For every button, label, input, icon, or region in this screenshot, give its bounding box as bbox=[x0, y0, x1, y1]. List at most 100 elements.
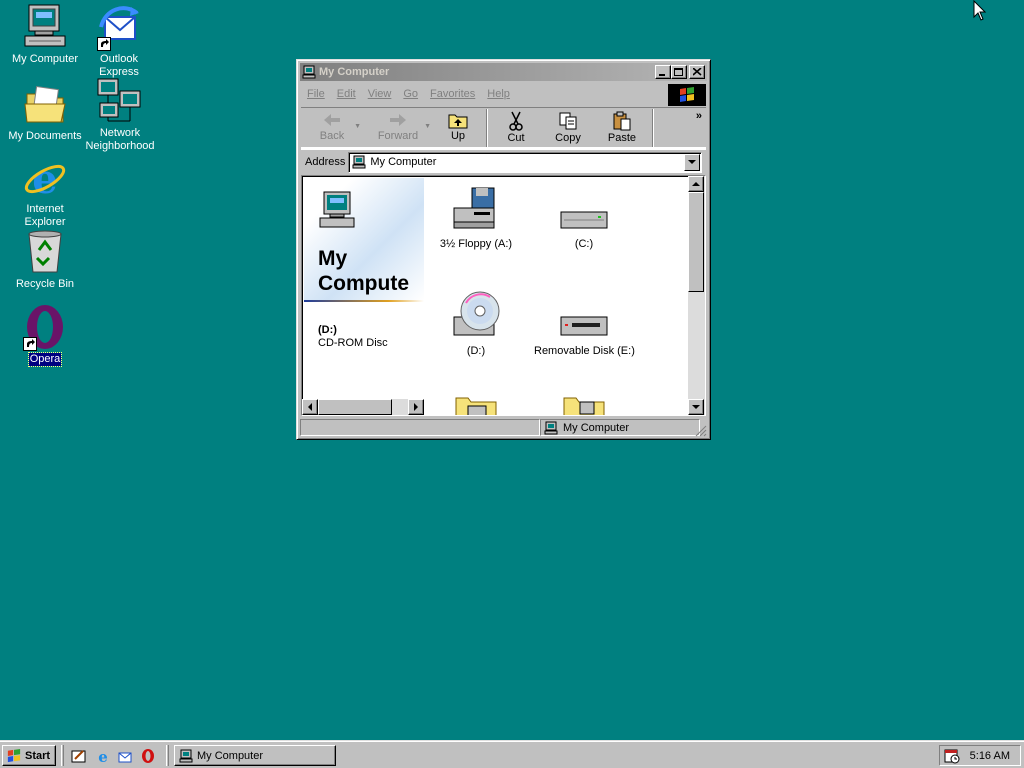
paste-icon bbox=[613, 111, 631, 131]
my-computer-icon bbox=[319, 191, 355, 228]
menu-edit[interactable]: Edit bbox=[331, 88, 362, 100]
taskbar: Start e My Computer 5:16 AM bbox=[0, 740, 1024, 768]
vertical-scroll-thumb[interactable] bbox=[688, 192, 704, 292]
drive-item-floppy-a[interactable]: 3½ Floppy (A:) bbox=[426, 182, 526, 250]
up-folder-icon bbox=[448, 114, 468, 129]
my-computer-icon bbox=[352, 155, 366, 169]
network-neighborhood-icon bbox=[96, 77, 144, 125]
internet-explorer-icon: e bbox=[98, 748, 108, 764]
taskbar-button-my-computer[interactable]: My Computer bbox=[174, 745, 336, 766]
quick-launch-internet-explorer[interactable]: e bbox=[94, 747, 112, 765]
horizontal-scrollbar[interactable] bbox=[302, 399, 424, 415]
cut-button[interactable]: Cut bbox=[491, 108, 541, 148]
chevron-right-icon bbox=[413, 403, 418, 411]
folder-item-control-panel[interactable] bbox=[534, 388, 634, 415]
chevron-down-icon bbox=[688, 159, 697, 164]
task-scheduler-icon[interactable] bbox=[944, 748, 960, 764]
copy-icon bbox=[559, 112, 577, 130]
desktop-icon-label: Outlook Express bbox=[99, 53, 139, 78]
window-title: My Computer bbox=[319, 66, 390, 78]
desktop-icon-my-documents[interactable]: My Documents bbox=[7, 80, 83, 143]
window-titlebar[interactable]: My Computer bbox=[300, 63, 707, 81]
toolbar-grip[interactable] bbox=[166, 745, 169, 766]
drive-item-d[interactable]: (D:) bbox=[426, 289, 526, 357]
svg-text:e: e bbox=[32, 156, 57, 201]
outlook-express-icon bbox=[95, 3, 143, 51]
system-tray: 5:16 AM bbox=[939, 745, 1021, 766]
menu-file[interactable]: File bbox=[301, 88, 331, 100]
quick-launch-outlook-express[interactable] bbox=[116, 747, 134, 765]
opera-icon bbox=[142, 749, 154, 763]
up-button[interactable]: Up bbox=[433, 108, 483, 148]
my-documents-icon bbox=[21, 80, 69, 128]
control-panel-folder-icon bbox=[563, 397, 605, 415]
show-desktop-icon bbox=[71, 750, 86, 763]
my-computer-window[interactable]: My Computer File Edit View Go Favorites … bbox=[296, 59, 711, 440]
copy-button[interactable]: Copy bbox=[541, 108, 595, 148]
drive-item-e[interactable]: Removable Disk (E:) bbox=[534, 289, 635, 357]
start-label: Start bbox=[25, 749, 51, 762]
maximize-icon bbox=[674, 67, 683, 76]
desktop-icon-internet-explorer[interactable]: e Internet Explorer bbox=[7, 153, 83, 229]
back-button[interactable]: Back ▼ bbox=[301, 108, 363, 148]
menu-view[interactable]: View bbox=[362, 88, 398, 100]
clock[interactable]: 5:16 AM bbox=[970, 750, 1010, 762]
maximize-button[interactable] bbox=[671, 65, 687, 79]
shortcut-arrow-icon bbox=[97, 37, 111, 51]
address-dropdown-button[interactable] bbox=[684, 153, 701, 171]
menu-favorites[interactable]: Favorites bbox=[424, 88, 481, 100]
forward-arrow-icon bbox=[390, 114, 406, 126]
svg-text:e: e bbox=[98, 748, 108, 764]
my-computer-icon bbox=[302, 65, 316, 79]
opera-icon bbox=[21, 303, 69, 351]
desktop-icon-label: Recycle Bin bbox=[15, 278, 75, 290]
selected-item-type: CD-ROM Disc bbox=[318, 337, 388, 349]
desktop-icon-label: Opera bbox=[27, 352, 63, 367]
desktop-icon-network-neighborhood[interactable]: Network Neighborhood bbox=[82, 77, 158, 153]
address-combobox[interactable]: My Computer bbox=[348, 151, 703, 173]
my-computer-icon bbox=[21, 3, 69, 51]
forward-dropdown-icon[interactable]: ▼ bbox=[424, 123, 431, 130]
hard-disk-icon bbox=[560, 211, 608, 229]
menu-go[interactable]: Go bbox=[397, 88, 424, 100]
chevron-down-icon bbox=[692, 404, 700, 409]
my-computer-icon bbox=[179, 749, 193, 762]
selected-item-name: (D:) bbox=[318, 324, 337, 336]
quick-launch-show-desktop[interactable] bbox=[70, 747, 88, 765]
desktop-icon-recycle-bin[interactable]: Recycle Bin bbox=[7, 228, 83, 291]
scroll-right-button[interactable] bbox=[408, 399, 424, 415]
drive-item-c[interactable]: (C:) bbox=[534, 182, 634, 250]
desktop-icon-label: Internet Explorer bbox=[24, 203, 66, 228]
close-icon bbox=[692, 68, 702, 76]
internet-explorer-icon: e bbox=[21, 153, 69, 203]
webview-panel: My Compute (D:) CD-ROM Disc bbox=[304, 178, 424, 400]
scroll-up-button[interactable] bbox=[688, 176, 704, 192]
folder-view[interactable]: My Compute (D:) CD-ROM Disc 3½ Floppy (A… bbox=[301, 175, 706, 416]
back-dropdown-icon[interactable]: ▼ bbox=[354, 123, 361, 130]
webview-heading: My Compute bbox=[318, 247, 409, 295]
menu-help[interactable]: Help bbox=[481, 88, 516, 100]
vertical-scrollbar[interactable] bbox=[688, 176, 705, 415]
toolbar-separator bbox=[652, 109, 654, 147]
standard-toolbar: Back ▼ Forward ▼ Up Cut Copy Paste » bbox=[301, 107, 706, 149]
scroll-down-button[interactable] bbox=[688, 399, 704, 415]
toolbar-chevron-icon[interactable]: » bbox=[696, 110, 702, 122]
status-bar: My Computer bbox=[300, 418, 707, 437]
paste-button[interactable]: Paste bbox=[595, 108, 649, 148]
windows-logo-icon bbox=[668, 84, 706, 106]
scroll-left-button[interactable] bbox=[302, 399, 318, 415]
quick-launch-opera[interactable] bbox=[139, 747, 157, 765]
folder-item-printers[interactable] bbox=[426, 388, 526, 415]
minimize-button[interactable] bbox=[655, 65, 671, 79]
desktop-icon-my-computer[interactable]: My Computer bbox=[7, 3, 83, 66]
resize-grip-icon[interactable] bbox=[695, 425, 707, 437]
status-location: My Computer bbox=[563, 421, 630, 434]
forward-button[interactable]: Forward ▼ bbox=[363, 108, 433, 148]
desktop-icon-opera[interactable]: Opera bbox=[7, 303, 83, 367]
start-button[interactable]: Start bbox=[2, 745, 56, 766]
toolbar-grip[interactable] bbox=[61, 745, 64, 766]
desktop-icon-outlook-express[interactable]: Outlook Express bbox=[81, 3, 157, 79]
close-button[interactable] bbox=[689, 65, 705, 79]
horizontal-scroll-thumb[interactable] bbox=[318, 399, 392, 415]
toolbar-separator bbox=[486, 109, 488, 147]
